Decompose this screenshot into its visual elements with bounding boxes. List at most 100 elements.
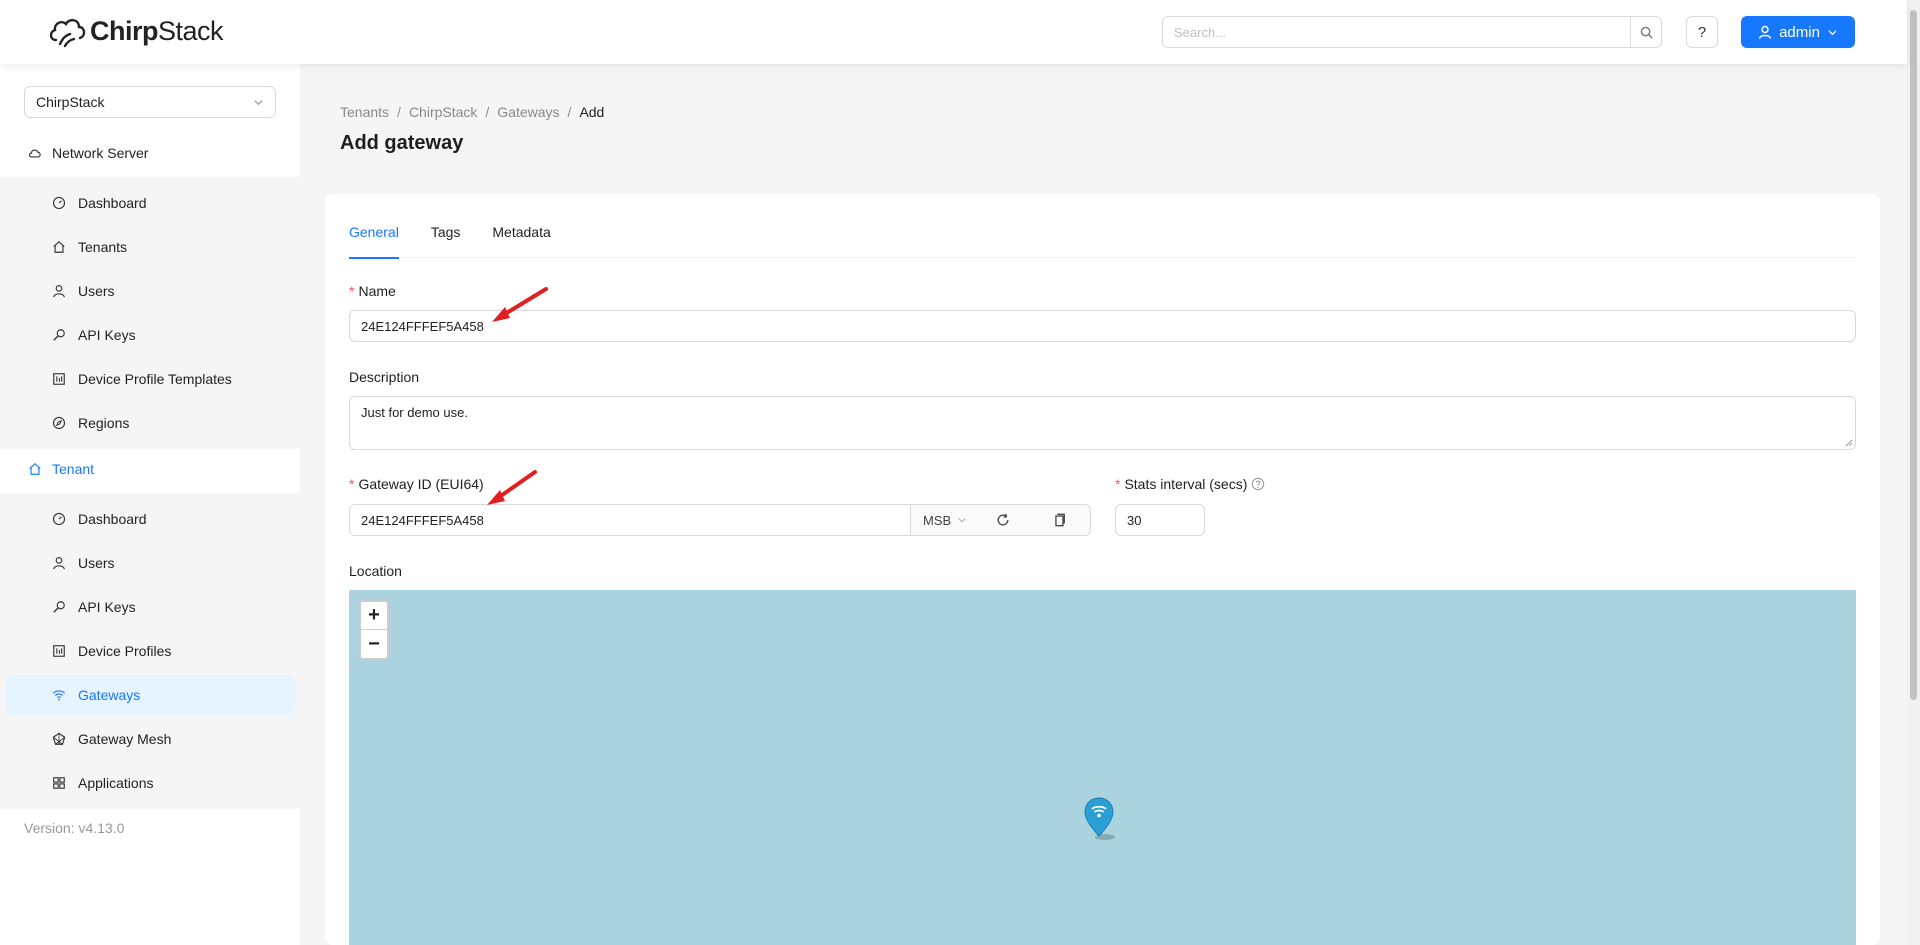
sidebar-item-gateways[interactable]: Gateways bbox=[0, 673, 300, 717]
tenant-select-value: ChirpStack bbox=[36, 94, 105, 110]
sidebar-item-gateway-mesh[interactable]: Gateway Mesh bbox=[0, 717, 300, 761]
user-icon bbox=[1758, 25, 1772, 39]
profile-icon bbox=[53, 373, 65, 385]
tab-general[interactable]: General bbox=[349, 224, 399, 259]
sidebar-item-label: Device Profiles bbox=[78, 643, 172, 659]
sidebar-item-ns-device-profile-templates[interactable]: Device Profile Templates bbox=[0, 357, 300, 401]
breadcrumb-separator: / bbox=[397, 104, 401, 120]
required-marker: * bbox=[349, 476, 355, 492]
tenant-menu: Tenant Dashboard Users API Keys Device P… bbox=[0, 445, 300, 809]
generate-id-button[interactable] bbox=[975, 513, 1031, 527]
sidebar-item-label: Regions bbox=[78, 415, 130, 431]
network-server-submenu: Dashboard Tenants Users API Keys Device … bbox=[0, 177, 300, 449]
resize-grip-icon[interactable] bbox=[1845, 439, 1853, 447]
sidebar-item-label: API Keys bbox=[78, 599, 136, 615]
sidebar: ChirpStack Network Server Dashboard Tena… bbox=[0, 64, 300, 945]
key-icon bbox=[53, 601, 65, 613]
gateway-id-label-text: Gateway ID (EUI64) bbox=[358, 476, 484, 492]
chirpstack-logo-icon bbox=[49, 19, 86, 48]
chevron-down-icon bbox=[254, 99, 263, 105]
gateway-marker-icon[interactable] bbox=[1083, 796, 1123, 842]
breadcrumb-tenants[interactable]: Tenants bbox=[340, 104, 389, 120]
profile-icon bbox=[53, 645, 65, 657]
sidebar-item-label: Applications bbox=[78, 775, 154, 791]
zoom-in-button[interactable]: + bbox=[361, 602, 387, 630]
dashboard-icon bbox=[52, 196, 66, 210]
byte-order-select[interactable]: MSB bbox=[911, 513, 975, 528]
apps-icon bbox=[53, 777, 65, 789]
chevron-down-icon bbox=[958, 517, 966, 523]
sidebar-item-label: Device Profile Templates bbox=[78, 371, 232, 387]
user-menu-button[interactable]: admin bbox=[1741, 16, 1855, 48]
name-field[interactable]: 24E124FFFEF5A458 bbox=[349, 310, 1856, 342]
gateway-id-group: 24E124FFFEF5A458 MSB bbox=[349, 504, 1091, 536]
sidebar-item-ns-users[interactable]: Users bbox=[0, 269, 300, 313]
compass-icon bbox=[52, 416, 66, 430]
help-circle-icon[interactable] bbox=[1251, 477, 1265, 491]
sidebar-item-ns-regions[interactable]: Regions bbox=[0, 401, 300, 445]
sidebar-item-label: Dashboard bbox=[78, 195, 147, 211]
sidebar-item-device-profiles[interactable]: Device Profiles bbox=[0, 629, 300, 673]
sidebar-item-ns-api-keys[interactable]: API Keys bbox=[0, 313, 300, 357]
sidebar-item-users[interactable]: Users bbox=[0, 541, 300, 585]
breadcrumb-separator: / bbox=[567, 104, 572, 120]
network-server-menu: Network Server Dashboard Tenants Users A… bbox=[0, 129, 300, 449]
scrollbar-thumb[interactable] bbox=[1910, 10, 1917, 700]
home-icon bbox=[53, 240, 65, 253]
help-button[interactable]: ? bbox=[1686, 16, 1718, 48]
sidebar-item-api-keys[interactable]: API Keys bbox=[0, 585, 300, 629]
breadcrumb-chirpstack[interactable]: ChirpStack bbox=[409, 104, 477, 120]
map-zoom-control: + − bbox=[359, 600, 389, 660]
location-map[interactable]: + − bbox=[349, 590, 1856, 945]
copy-icon bbox=[1055, 513, 1065, 527]
breadcrumb-gateways[interactable]: Gateways bbox=[497, 104, 559, 120]
search-icon bbox=[1640, 26, 1653, 39]
stats-interval-label: * Stats interval (secs) bbox=[1115, 476, 1265, 492]
menu-tenant[interactable]: Tenant bbox=[0, 445, 300, 493]
chevron-down-icon bbox=[1828, 29, 1837, 35]
top-header: ChirpStack ? admin bbox=[0, 0, 1907, 64]
tab-metadata[interactable]: Metadata bbox=[492, 224, 550, 258]
brand-text-bold: Chirp bbox=[90, 15, 159, 46]
user-name: admin bbox=[1779, 23, 1820, 41]
stats-interval-label-text: Stats interval (secs) bbox=[1124, 476, 1248, 492]
menu-network-server[interactable]: Network Server bbox=[0, 129, 300, 177]
description-value: Just for demo use. bbox=[361, 405, 468, 420]
sidebar-item-label: Tenants bbox=[78, 239, 128, 255]
annotation-arrow-gateway-id bbox=[487, 470, 537, 505]
user-icon bbox=[53, 285, 65, 298]
sidebar-item-ns-dashboard[interactable]: Dashboard bbox=[0, 181, 300, 225]
tenant-submenu: Dashboard Users API Keys Device Profiles… bbox=[0, 493, 300, 809]
sidebar-item-ns-tenants[interactable]: Tenants bbox=[0, 225, 300, 269]
stats-interval-field[interactable]: 30 bbox=[1115, 504, 1205, 536]
form-tabs: General Tags Metadata bbox=[349, 224, 1856, 259]
sidebar-item-label: Users bbox=[78, 283, 115, 299]
sidebar-item-label: API Keys bbox=[78, 327, 136, 343]
gateway-form-card: General Tags Metadata * Name 24E124FFFEF5… bbox=[325, 194, 1880, 945]
zoom-out-button[interactable]: − bbox=[361, 630, 387, 658]
home-icon bbox=[29, 462, 41, 475]
description-field[interactable]: Just for demo use. bbox=[349, 396, 1856, 450]
copy-id-button[interactable] bbox=[1031, 513, 1087, 527]
sidebar-item-applications[interactable]: Applications bbox=[0, 761, 300, 805]
dashboard-icon bbox=[52, 512, 66, 526]
required-marker: * bbox=[349, 283, 355, 299]
version-text: Version: v4.13.0 bbox=[24, 820, 125, 836]
search-input[interactable] bbox=[1163, 17, 1630, 47]
gateway-id-field[interactable]: 24E124FFFEF5A458 bbox=[349, 504, 911, 536]
breadcrumb-separator: / bbox=[485, 104, 490, 120]
sidebar-item-label: Gateways bbox=[78, 687, 141, 703]
chirpstack-logo[interactable]: ChirpStack bbox=[48, 14, 224, 48]
tenant-select[interactable]: ChirpStack bbox=[24, 86, 276, 118]
sidebar-item-dashboard[interactable]: Dashboard bbox=[0, 497, 300, 541]
name-label-text: Name bbox=[358, 283, 396, 299]
search-button[interactable] bbox=[1630, 17, 1661, 47]
breadcrumb-current: Add bbox=[579, 104, 605, 120]
required-marker: * bbox=[1115, 476, 1121, 492]
tab-tags[interactable]: Tags bbox=[431, 224, 461, 258]
sidebar-item-label: Gateway Mesh bbox=[78, 731, 172, 747]
page-scrollbar[interactable] bbox=[1907, 0, 1920, 945]
mesh-icon bbox=[52, 732, 66, 745]
global-search bbox=[1162, 16, 1662, 48]
description-label: Description bbox=[349, 369, 420, 385]
